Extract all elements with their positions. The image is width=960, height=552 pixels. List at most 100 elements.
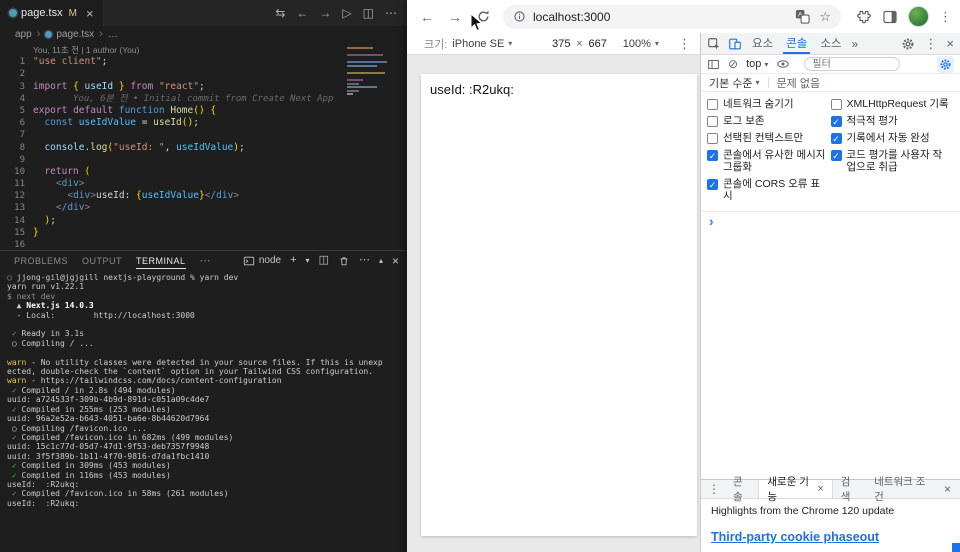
console-setting[interactable]: ✓적극적 평가 bbox=[831, 115, 951, 127]
console-sidebar-icon[interactable] bbox=[707, 58, 720, 71]
device-select[interactable]: iPhone SE ▾ bbox=[452, 38, 512, 50]
close-drawer-icon[interactable]: × bbox=[937, 482, 958, 496]
panel-tab-output[interactable]: OUTPUT bbox=[82, 253, 122, 269]
maximize-panel-icon[interactable]: ▴ bbox=[379, 257, 383, 265]
editor-tab-page-tsx[interactable]: page.tsx M × bbox=[0, 0, 104, 26]
device-toolbar-toggle-icon[interactable] bbox=[728, 37, 742, 51]
devtools-tab[interactable]: 소스 bbox=[817, 33, 844, 54]
console-setting[interactable]: 로그 보존 bbox=[707, 115, 827, 127]
forward-button[interactable]: → bbox=[443, 5, 467, 29]
console-toolbar: ⊘ top ▾ bbox=[701, 55, 960, 74]
kill-terminal-icon[interactable] bbox=[338, 255, 350, 267]
side-panel-icon[interactable] bbox=[882, 9, 898, 25]
console-setting[interactable]: ✓콘솔에서 유사한 메시지 그룹화 bbox=[707, 149, 827, 173]
console-filter-input[interactable] bbox=[804, 57, 900, 71]
translate-icon[interactable]: A bbox=[795, 9, 810, 24]
console-setting[interactable]: XMLHttpRequest 기록 bbox=[831, 98, 951, 110]
close-drawer-tab-icon[interactable]: × bbox=[817, 483, 823, 495]
terminal-shell-item[interactable]: node bbox=[243, 255, 281, 267]
terminal-line: ✓ Ready in 3.1s bbox=[7, 329, 405, 338]
extensions-icon[interactable] bbox=[856, 9, 872, 25]
back-button[interactable]: ← bbox=[415, 5, 439, 29]
drawer-tab[interactable]: 콘솔 bbox=[725, 480, 758, 498]
code-line: ); bbox=[33, 215, 407, 227]
browser-menu-icon[interactable]: ⋮ bbox=[939, 10, 952, 23]
console-setting[interactable]: ✓콘솔에 CORS 오류 표시 bbox=[707, 178, 827, 202]
run-icon[interactable]: ▷ bbox=[342, 6, 351, 20]
browser-window: ← → localhost:3000 A ☆ ⋮ 크기: bbox=[407, 0, 960, 552]
terminal-line: uuid: 15c1c77d-05d7-47d1-9f53-deb7357f99… bbox=[7, 442, 405, 451]
whats-new-link[interactable]: Third-party cookie phaseout bbox=[711, 530, 879, 544]
rendered-page[interactable]: useId: :R2ukq: bbox=[421, 74, 697, 536]
viewport-height-input[interactable] bbox=[585, 38, 611, 50]
devtools-settings-icon[interactable] bbox=[901, 37, 915, 51]
line-number: 2 bbox=[0, 68, 25, 80]
issues-status[interactable]: 문제 없음 bbox=[777, 75, 821, 91]
profile-avatar[interactable] bbox=[908, 6, 929, 27]
new-terminal-icon[interactable]: + bbox=[290, 255, 296, 266]
drawer-tab[interactable]: 네트워크 조건 bbox=[866, 480, 937, 498]
context-select[interactable]: top ▾ bbox=[746, 58, 768, 70]
breadcrumb-item[interactable]: page.tsx bbox=[45, 29, 94, 40]
console-settings-toggle[interactable] bbox=[937, 56, 954, 73]
go-forward-icon[interactable]: → bbox=[319, 6, 331, 20]
drawer-tab[interactable]: 새로운 기능× bbox=[758, 480, 832, 498]
split-editor-icon[interactable]: ◫ bbox=[363, 6, 374, 20]
reload-button[interactable] bbox=[471, 5, 495, 29]
close-devtools-icon[interactable]: × bbox=[946, 36, 954, 51]
console-setting[interactable]: ✓기록에서 자동 완성 bbox=[831, 132, 951, 144]
panel-header: PROBLEMS OUTPUT TERMINAL ⋯ node + ▾ ◫ ⋯ ▴ … bbox=[0, 251, 407, 270]
log-levels-select[interactable]: 기본 수준 ▾ bbox=[709, 75, 760, 91]
bookmark-star-icon[interactable]: ☆ bbox=[819, 9, 831, 25]
vscode-window: page.tsx M × ⇆←→▷◫⋯ app›page.tsx›… 12345… bbox=[0, 0, 407, 552]
devtools-tab[interactable]: 콘솔 bbox=[783, 33, 810, 54]
address-bar[interactable]: localhost:3000 A ☆ bbox=[503, 5, 841, 29]
panel-tab-problems[interactable]: PROBLEMS bbox=[14, 253, 68, 269]
more-panels-icon[interactable]: » bbox=[852, 37, 859, 51]
panel-views-more-icon[interactable]: ⋯ bbox=[359, 255, 370, 266]
console-prompt[interactable]: › bbox=[701, 212, 960, 230]
close-tab-icon[interactable]: × bbox=[86, 6, 94, 21]
terminal-line: useId: :R2ukq: bbox=[7, 499, 405, 508]
drawer-tab[interactable]: 검색 bbox=[833, 480, 866, 498]
breadcrumb-item[interactable]: app bbox=[15, 29, 32, 40]
scrollbar-thumb[interactable] bbox=[952, 543, 960, 552]
inspect-element-icon[interactable] bbox=[707, 37, 721, 51]
panel-more-icon[interactable]: ⋯ bbox=[200, 254, 211, 267]
panel-tab-terminal[interactable]: TERMINAL bbox=[136, 253, 186, 269]
zoom-select[interactable]: 100% ▾ bbox=[623, 38, 659, 50]
launch-profile-chevron-icon[interactable]: ▾ bbox=[306, 257, 310, 265]
devtools-tab[interactable]: 요소 bbox=[749, 33, 776, 54]
clear-console-icon[interactable]: ⊘ bbox=[728, 57, 738, 71]
device-toolbar-more-icon[interactable]: ⋮ bbox=[678, 37, 691, 50]
console-setting[interactable]: ✓코드 평가를 사용자 작업으로 취급 bbox=[831, 149, 951, 173]
split-terminal-icon[interactable]: ◫ bbox=[319, 255, 329, 266]
terminal-line: - Local: http://localhost:3000 bbox=[7, 311, 405, 320]
device-name: iPhone SE bbox=[452, 38, 504, 50]
site-info-icon[interactable] bbox=[513, 10, 526, 23]
close-panel-icon[interactable]: × bbox=[392, 255, 399, 267]
go-back-icon[interactable]: ← bbox=[296, 6, 308, 20]
panel-actions: node + ▾ ◫ ⋯ ▴ × bbox=[243, 255, 399, 267]
live-expression-eye-icon[interactable] bbox=[776, 57, 790, 71]
whats-new-heading: Highlights from the Chrome 120 update bbox=[711, 505, 894, 517]
code-editor[interactable]: 12345678910111213141516 You, 11초 전 | 1 a… bbox=[0, 42, 407, 250]
checkbox-icon bbox=[707, 116, 718, 127]
breadcrumb-item[interactable]: … bbox=[108, 29, 118, 40]
drawer-menu-icon[interactable]: ⋮ bbox=[703, 482, 725, 496]
log-levels-value: 기본 수준 bbox=[709, 75, 753, 91]
more-actions-icon[interactable]: ⋯ bbox=[385, 6, 397, 20]
open-changes-icon[interactable]: ⇆ bbox=[275, 6, 285, 20]
code-line: } bbox=[33, 227, 407, 239]
devtools-menu-icon[interactable]: ⋮ bbox=[924, 37, 937, 50]
line-number: 14 bbox=[0, 215, 25, 227]
code-line: const useIdValue = useId(); bbox=[33, 117, 407, 129]
line-number: 7 bbox=[0, 129, 25, 141]
viewport-width-input[interactable] bbox=[548, 38, 574, 50]
setting-label: 코드 평가를 사용자 작업으로 취급 bbox=[847, 149, 951, 173]
editor-tab-bar: page.tsx M × ⇆ ← → ▷ ◫ ⋯ bbox=[0, 0, 407, 26]
terminal-output[interactable]: ○ jjong-gil@jgjgill nextjs-playground % … bbox=[7, 273, 405, 550]
minimap[interactable] bbox=[347, 45, 393, 97]
console-setting[interactable]: 네트워크 숨기기 bbox=[707, 98, 827, 110]
console-setting[interactable]: 선택된 컨텍스트만 bbox=[707, 132, 827, 144]
